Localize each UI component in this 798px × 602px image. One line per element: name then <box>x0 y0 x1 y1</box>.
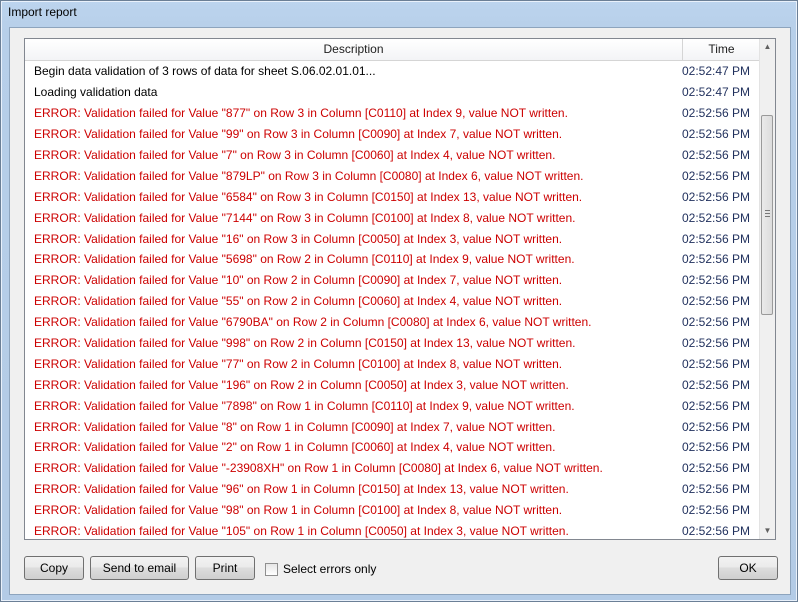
table-row[interactable]: ERROR: Validation failed for Value "8" o… <box>25 416 760 437</box>
error-message: ERROR: Validation failed for Value "2" o… <box>34 440 556 455</box>
table-row[interactable]: ERROR: Validation failed for Value "7898… <box>25 395 760 416</box>
error-message: ERROR: Validation failed for Value "7" o… <box>34 148 556 162</box>
title-bar[interactable]: Import report <box>1 1 797 27</box>
table-row[interactable]: ERROR: Validation failed for Value "6790… <box>25 312 760 333</box>
error-message: ERROR: Validation failed for Value "55" … <box>34 294 563 309</box>
table-row[interactable]: ERROR: Validation failed for Value "55" … <box>25 291 760 312</box>
list-header: Description Time <box>25 39 760 61</box>
table-row[interactable]: ERROR: Validation failed for Value "7" o… <box>25 145 760 166</box>
scroll-down-arrow-icon[interactable]: ▼ <box>760 523 775 539</box>
error-message: ERROR: Validation failed for Value "8" o… <box>34 419 556 434</box>
row-time: 02:52:47 PM <box>682 85 751 100</box>
select-errors-only-checkbox[interactable] <box>265 562 278 576</box>
report-listview[interactable]: Description Time Begin data validation o… <box>24 38 776 540</box>
error-message: ERROR: Validation failed for Value "877"… <box>34 106 568 121</box>
import-report-dialog: Import report Description Time Begin dat… <box>0 0 798 602</box>
error-message: ERROR: Validation failed for Value "16" … <box>34 231 563 246</box>
table-row[interactable]: ERROR: Validation failed for Value "998"… <box>25 333 760 354</box>
error-message: ERROR: Validation failed for Value "77" … <box>34 356 563 371</box>
table-row[interactable]: Loading validation data 02:52:47 PM <box>25 82 760 103</box>
copy-button[interactable]: Copy <box>24 556 84 580</box>
info-message: Loading validation data <box>34 85 158 100</box>
table-row[interactable]: ERROR: Validation failed for Value "16" … <box>25 228 760 249</box>
error-message: ERROR: Validation failed for Value "7144… <box>34 210 576 225</box>
row-time: 02:52:56 PM <box>682 419 751 434</box>
table-row[interactable]: ERROR: Validation failed for Value "98" … <box>25 500 760 521</box>
select-errors-only-label[interactable]: Select errors only <box>283 562 376 576</box>
thumb-grip-line <box>765 210 770 211</box>
window-title: Import report <box>8 5 77 19</box>
row-time: 02:52:56 PM <box>682 315 751 330</box>
column-header-time[interactable]: Time <box>683 39 760 60</box>
error-message: ERROR: Validation failed for Value "-239… <box>34 461 603 476</box>
table-row[interactable]: ERROR: Validation failed for Value "7144… <box>25 207 760 228</box>
row-time: 02:52:56 PM <box>682 127 751 142</box>
row-time: 02:52:56 PM <box>682 189 751 204</box>
error-message: ERROR: Validation failed for Value "105"… <box>34 524 569 539</box>
table-row[interactable]: ERROR: Validation failed for Value "5698… <box>25 249 760 270</box>
row-time: 02:52:56 PM <box>682 336 751 351</box>
error-message: ERROR: Validation failed for Value "6584… <box>34 189 583 204</box>
thumb-grip-line <box>765 213 770 214</box>
table-row[interactable]: Begin data validation of 3 rows of data … <box>25 61 760 82</box>
ok-button[interactable]: OK <box>718 556 778 580</box>
column-header-description[interactable]: Description <box>25 39 683 60</box>
error-message: ERROR: Validation failed for Value "5698… <box>34 252 575 267</box>
row-time: 02:52:56 PM <box>682 273 751 288</box>
table-row[interactable]: ERROR: Validation failed for Value "-239… <box>25 458 760 479</box>
row-time: 02:52:56 PM <box>682 210 751 225</box>
row-time: 02:52:56 PM <box>682 524 751 539</box>
error-message: ERROR: Validation failed for Value "6790… <box>34 315 592 330</box>
scrollbar-thumb[interactable] <box>761 115 773 315</box>
row-time: 02:52:56 PM <box>682 252 751 267</box>
row-time: 02:52:56 PM <box>682 106 751 121</box>
table-row[interactable]: ERROR: Validation failed for Value "2" o… <box>25 437 760 458</box>
row-time: 02:52:56 PM <box>682 377 751 392</box>
error-message: ERROR: Validation failed for Value "10" … <box>34 273 563 288</box>
table-row[interactable]: ERROR: Validation failed for Value "196"… <box>25 374 760 395</box>
print-button[interactable]: Print <box>195 556 255 580</box>
row-time: 02:52:56 PM <box>682 356 751 371</box>
error-message: ERROR: Validation failed for Value "879L… <box>34 168 584 183</box>
error-message: ERROR: Validation failed for Value "998"… <box>34 336 576 351</box>
send-to-email-button[interactable]: Send to email <box>90 556 189 580</box>
table-row[interactable]: ERROR: Validation failed for Value "99" … <box>25 124 760 145</box>
error-message: ERROR: Validation failed for Value "98" … <box>34 503 563 518</box>
select-errors-only-option[interactable]: Select errors only <box>265 562 376 576</box>
error-message: ERROR: Validation failed for Value "96" … <box>34 482 569 497</box>
vertical-scrollbar[interactable]: ▲ ▼ <box>759 39 775 539</box>
row-time: 02:52:56 PM <box>682 398 751 413</box>
error-message: ERROR: Validation failed for Value "196"… <box>34 377 569 392</box>
table-row[interactable]: ERROR: Validation failed for Value "10" … <box>25 270 760 291</box>
row-time: 02:52:56 PM <box>682 294 751 309</box>
row-time: 02:52:56 PM <box>682 231 751 246</box>
error-message: ERROR: Validation failed for Value "99" … <box>34 127 563 142</box>
table-row[interactable]: ERROR: Validation failed for Value "105"… <box>25 521 760 539</box>
row-time: 02:52:56 PM <box>682 168 751 183</box>
table-row[interactable]: ERROR: Validation failed for Value "879L… <box>25 165 760 186</box>
row-time: 02:52:56 PM <box>682 440 751 455</box>
row-time: 02:52:56 PM <box>682 461 751 476</box>
error-message: ERROR: Validation failed for Value "7898… <box>34 398 575 413</box>
table-row[interactable]: ERROR: Validation failed for Value "77" … <box>25 353 760 374</box>
row-time: 02:52:56 PM <box>682 482 751 497</box>
dialog-client-area: Description Time Begin data validation o… <box>9 27 791 595</box>
row-time: 02:52:47 PM <box>682 64 751 79</box>
list-rows: Begin data validation of 3 rows of data … <box>25 61 760 539</box>
scroll-up-arrow-icon[interactable]: ▲ <box>760 39 775 55</box>
thumb-grip-line <box>765 216 770 217</box>
row-time: 02:52:56 PM <box>682 503 751 518</box>
info-message: Begin data validation of 3 rows of data … <box>34 64 376 79</box>
table-row[interactable]: ERROR: Validation failed for Value "96" … <box>25 479 760 500</box>
table-row[interactable]: ERROR: Validation failed for Value "877"… <box>25 103 760 124</box>
row-time: 02:52:56 PM <box>682 148 751 162</box>
table-row[interactable]: ERROR: Validation failed for Value "6584… <box>25 186 760 207</box>
